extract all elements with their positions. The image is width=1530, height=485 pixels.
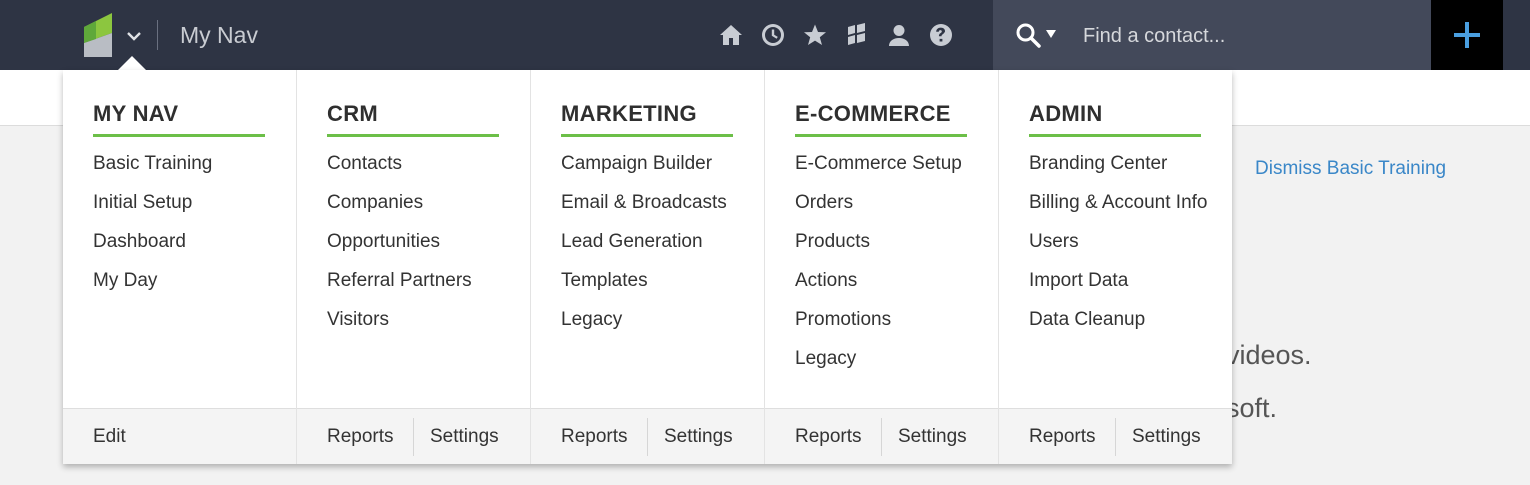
- menu-item-email-broadcasts[interactable]: Email & Broadcasts: [561, 189, 727, 228]
- menu-item-companies[interactable]: Companies: [327, 189, 472, 228]
- settings-button[interactable]: Settings: [647, 417, 733, 456]
- column-items: Basic Training Initial Setup Dashboard M…: [93, 150, 212, 306]
- menu-item-dashboard[interactable]: Dashboard: [93, 228, 212, 267]
- nav-title: My Nav: [180, 22, 258, 48]
- search-icon[interactable]: [1015, 22, 1041, 48]
- menu-item-billing-account-info[interactable]: Billing & Account Info: [1029, 189, 1208, 228]
- plus-icon: [1454, 22, 1480, 48]
- help-icon[interactable]: [924, 21, 958, 49]
- home-icon[interactable]: [714, 21, 748, 49]
- menu-item-branding-center[interactable]: Branding Center: [1029, 150, 1208, 189]
- menu-item-e-commerce-setup[interactable]: E-Commerce Setup: [795, 150, 962, 189]
- menu-item-data-cleanup[interactable]: Data Cleanup: [1029, 306, 1208, 345]
- chevron-down-icon[interactable]: [124, 26, 144, 46]
- divider: [157, 20, 158, 50]
- user-icon[interactable]: [882, 21, 916, 49]
- add-button[interactable]: [1431, 0, 1503, 70]
- menu-item-users[interactable]: Users: [1029, 228, 1208, 267]
- menu-item-actions[interactable]: Actions: [795, 267, 962, 306]
- menu-item-templates[interactable]: Templates: [561, 267, 727, 306]
- menu-item-promotions[interactable]: Promotions: [795, 306, 962, 345]
- menu-column-admin: ADMIN Branding Center Billing & Account …: [998, 70, 1232, 464]
- column-heading: E-COMMERCE: [795, 100, 967, 137]
- menu-column-crm: CRM Contacts Companies Opportunities Ref…: [296, 70, 530, 464]
- column-items: Contacts Companies Opportunities Referra…: [327, 150, 472, 345]
- top-bar: My Nav: [0, 0, 1530, 70]
- app-logo-icon[interactable]: [84, 13, 116, 57]
- menu-item-import-data[interactable]: Import Data: [1029, 267, 1208, 306]
- menu-item-products[interactable]: Products: [795, 228, 962, 267]
- menu-item-initial-setup[interactable]: Initial Setup: [93, 189, 212, 228]
- menu-item-orders[interactable]: Orders: [795, 189, 962, 228]
- column-items: E-Commerce Setup Orders Products Actions…: [795, 150, 962, 384]
- menu-item-opportunities[interactable]: Opportunities: [327, 228, 472, 267]
- menu-item-contacts[interactable]: Contacts: [327, 150, 472, 189]
- menu-column-marketing: MARKETING Campaign Builder Email & Broad…: [530, 70, 764, 464]
- menu-item-legacy[interactable]: Legacy: [561, 306, 727, 345]
- menu-item-legacy[interactable]: Legacy: [795, 345, 962, 384]
- search-box: [993, 0, 1431, 70]
- reports-button[interactable]: Reports: [531, 409, 647, 464]
- nav-dropdown-menu: MY NAV Basic Training Initial Setup Dash…: [63, 70, 1232, 464]
- menu-item-my-day[interactable]: My Day: [93, 267, 212, 306]
- column-items: Branding Center Billing & Account Info U…: [1029, 150, 1208, 345]
- column-heading: ADMIN: [1029, 100, 1201, 137]
- quick-icons: [714, 21, 958, 49]
- column-items: Campaign Builder Email & Broadcasts Lead…: [561, 150, 727, 345]
- menu-column-e-commerce: E-COMMERCE E-Commerce Setup Orders Produ…: [764, 70, 998, 464]
- top-bar-edge: [1503, 0, 1530, 70]
- menu-item-visitors[interactable]: Visitors: [327, 306, 472, 345]
- reports-button[interactable]: Reports: [297, 409, 413, 464]
- settings-button[interactable]: Settings: [413, 417, 499, 456]
- reports-button[interactable]: Reports: [765, 409, 881, 464]
- column-footer: Reports Settings: [765, 408, 998, 464]
- menu-item-campaign-builder[interactable]: Campaign Builder: [561, 150, 727, 189]
- menu-item-lead-generation[interactable]: Lead Generation: [561, 228, 727, 267]
- menu-column-my-nav: MY NAV Basic Training Initial Setup Dash…: [63, 70, 296, 464]
- menu-item-referral-partners[interactable]: Referral Partners: [327, 267, 472, 306]
- page-text: soft.: [1226, 393, 1278, 423]
- column-heading: MARKETING: [561, 100, 733, 137]
- column-footer: Reports Settings: [531, 408, 764, 464]
- dropdown-pointer: [118, 56, 146, 70]
- settings-button[interactable]: Settings: [881, 417, 967, 456]
- menu-item-basic-training[interactable]: Basic Training: [93, 150, 212, 189]
- caret-down-icon[interactable]: [1045, 27, 1057, 39]
- column-footer: Reports Settings: [999, 408, 1232, 464]
- page-text: videos.: [1226, 340, 1312, 370]
- column-heading: CRM: [327, 100, 499, 137]
- search-input[interactable]: [1083, 20, 1413, 52]
- column-footer: Reports Settings: [297, 408, 530, 464]
- apps-icon[interactable]: [840, 21, 874, 49]
- column-heading: MY NAV: [93, 100, 265, 137]
- reports-button[interactable]: Reports: [999, 409, 1115, 464]
- edit-button[interactable]: Edit: [63, 409, 179, 464]
- settings-button[interactable]: Settings: [1115, 417, 1201, 456]
- dismiss-training-link[interactable]: Dismiss Basic Training: [1255, 158, 1446, 180]
- column-footer: Edit: [63, 408, 296, 464]
- clock-icon[interactable]: [756, 21, 790, 49]
- star-icon[interactable]: [798, 21, 832, 49]
